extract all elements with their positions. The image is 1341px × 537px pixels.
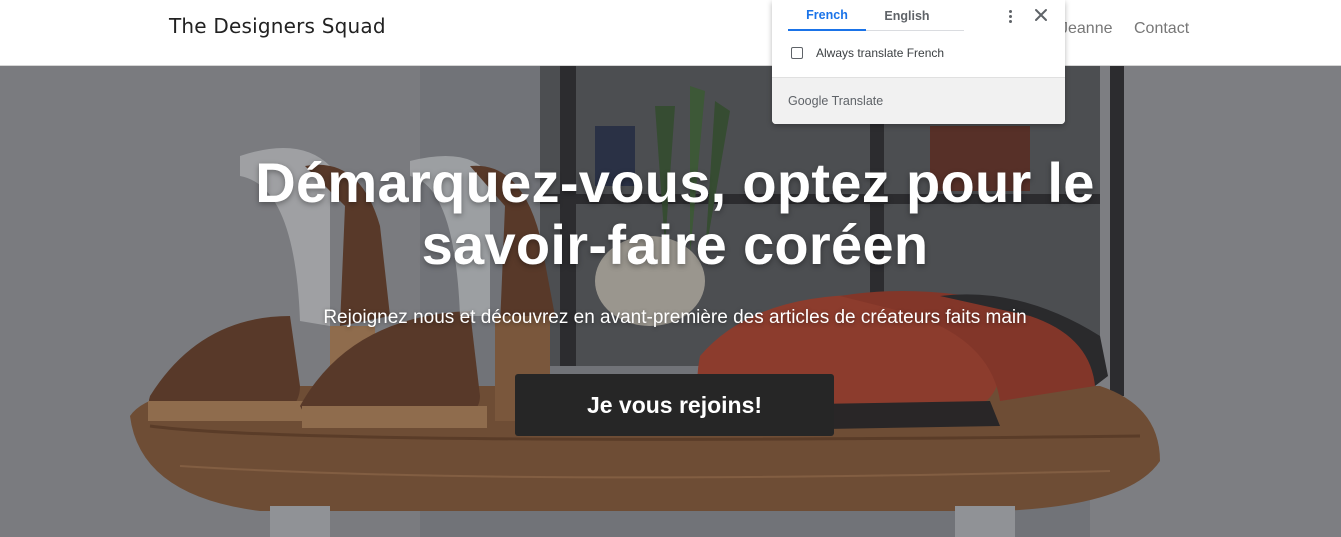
close-icon[interactable] xyxy=(1032,6,1050,24)
tab-english[interactable]: English xyxy=(868,0,946,31)
hero-title: Démarquez-vous, optez pour le savoir-fai… xyxy=(255,151,1095,276)
hero-subtitle: Rejoignez nous et découvrez en avant-pre… xyxy=(323,307,1027,328)
translate-footer: Google Translate xyxy=(772,77,1065,124)
join-button[interactable]: Je vous rejoins! xyxy=(515,374,834,436)
site-header: The Designers Squad Jeanne Contact xyxy=(0,0,1341,66)
hero-section: Démarquez-vous, optez pour le savoir-fai… xyxy=(0,66,1341,537)
more-vert-icon[interactable] xyxy=(1002,6,1018,26)
always-translate-label[interactable]: Always translate French xyxy=(816,46,944,60)
nav-link-jeanne[interactable]: Jeanne xyxy=(1060,20,1113,38)
nav-link-contact[interactable]: Contact xyxy=(1134,20,1189,38)
google-translate-logo[interactable]: Google Translate xyxy=(788,94,883,108)
hero-overlay xyxy=(0,66,1341,537)
always-translate-checkbox[interactable] xyxy=(791,47,803,59)
tab-french[interactable]: French xyxy=(788,0,866,31)
site-brand[interactable]: The Designers Squad xyxy=(169,14,386,38)
translate-language-tabs: French English xyxy=(788,0,964,31)
google-translate-popup: French English Always translate French G… xyxy=(772,0,1065,124)
translate-wordmark: Translate xyxy=(831,94,884,108)
google-wordmark: Google xyxy=(788,94,829,108)
